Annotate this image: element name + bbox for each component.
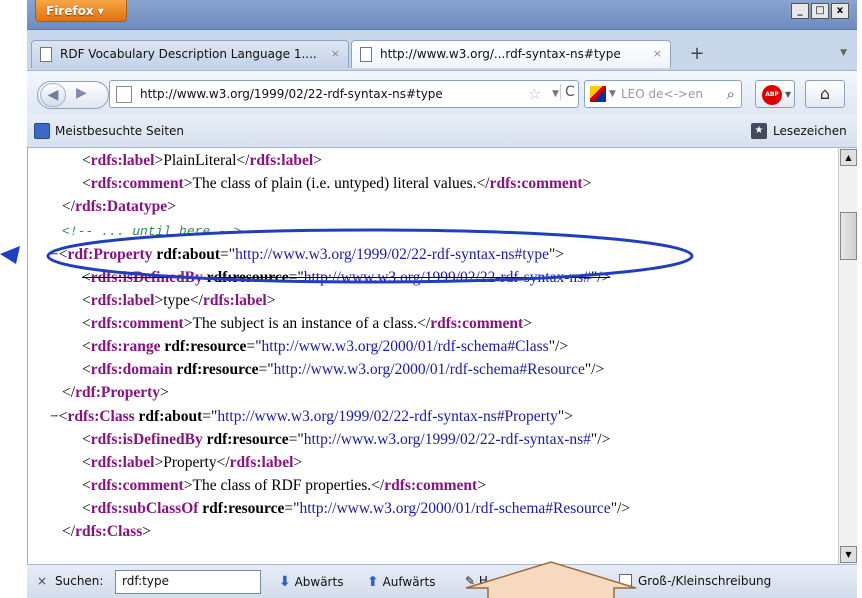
adblock-plus-button[interactable]: ABP ▼: [755, 80, 795, 108]
minimize-button[interactable]: _: [791, 3, 809, 19]
xml-line: <rdfs:label>type</rdfs:label>: [82, 292, 276, 309]
firefox-menu-button[interactable]: Firefox ▾: [35, 0, 127, 22]
xml-comment: <!-- ... until here -->: [62, 224, 242, 239]
collapse-toggle[interactable]: −: [50, 408, 59, 425]
tab-title: RDF Vocabulary Description Language 1...…: [60, 47, 317, 61]
xml-line: <rdfs:subClassOf rdf:resource="http://ww…: [82, 500, 631, 517]
annotation-arrow-left: [0, 246, 20, 264]
find-input[interactable]: rdf:type: [115, 570, 261, 594]
new-tab-button[interactable]: +: [685, 44, 709, 66]
title-bar: Firefox ▾ _ □ x: [27, 0, 857, 30]
search-engine-dropdown-icon[interactable]: ▼: [609, 89, 616, 99]
xml-line: <rdfs:isDefinedBy rdf:resource="http://w…: [82, 269, 611, 286]
history-dropdown-icon[interactable]: ▼: [552, 89, 559, 99]
reload-icon[interactable]: C: [560, 84, 578, 100]
forward-button[interactable]: ▶: [76, 85, 87, 101]
bookmarks-menu-icon: ★: [751, 123, 767, 139]
xml-line: <rdfs:domain rdf:resource="http://www.w3…: [82, 361, 605, 378]
url-text[interactable]: http://www.w3.org/1999/02/22-rdf-syntax-…: [140, 87, 443, 101]
tab-rdf-vocabulary[interactable]: RDF Vocabulary Description Language 1...…: [31, 40, 349, 68]
xml-line: <rdfs:label>PlainLiteral</rdfs:label>: [82, 152, 322, 169]
xml-line: </rdf:Property>: [62, 384, 169, 401]
back-button[interactable]: ◀: [40, 83, 66, 107]
home-button[interactable]: ⌂: [805, 80, 845, 108]
xml-line: <rdfs:comment>The class of RDF propertie…: [82, 477, 486, 494]
navigation-bar: ◀ ▶ http://www.w3.org/1999/02/22-rdf-syn…: [27, 70, 857, 114]
xml-line: <rdfs:label>Property</rdfs:label>: [82, 454, 303, 471]
url-bar[interactable]: http://www.w3.org/1999/02/22-rdf-syntax-…: [109, 80, 579, 108]
match-case-label[interactable]: Groß-/Kleinschreibung: [638, 574, 771, 588]
xml-line: </rdfs:Class>: [62, 523, 151, 540]
page-icon: [40, 47, 52, 62]
xml-line: <rdfs:isDefinedBy rdf:resource="http://w…: [82, 431, 611, 448]
xml-line: <rdfs:comment>The subject is an instance…: [82, 315, 532, 332]
bookmarks-toolbar: Meistbesuchte Seiten ★ Lesezeichen: [27, 114, 857, 148]
tab-title: http://www.w3.org/...rdf-syntax-ns#type: [380, 47, 621, 61]
tab-strip: RDF Vocabulary Description Language 1...…: [27, 30, 857, 70]
find-label: Suchen:: [55, 574, 104, 588]
tab-list-chevron-down-icon[interactable]: ▼: [840, 48, 847, 58]
site-identity-icon[interactable]: [116, 86, 132, 103]
scroll-up-button[interactable]: ▲: [840, 149, 857, 166]
highlighter-icon: ✎: [465, 574, 476, 588]
find-previous-button[interactable]: ⬆ Aufwärts: [367, 574, 435, 590]
xml-document-view[interactable]: <rdfs:label>PlainLiteral</rdfs:label> <r…: [27, 148, 857, 564]
bookmark-star-icon[interactable]: ☆: [528, 85, 541, 103]
search-bar[interactable]: ▼ LEO de<->en ⌕: [584, 80, 742, 108]
search-icon[interactable]: ⌕: [727, 85, 735, 103]
adblock-icon: ABP: [762, 85, 782, 105]
highlight-all-button[interactable]: ✎ H: [465, 574, 488, 588]
scroll-down-button[interactable]: ▼: [840, 546, 857, 563]
most-visited-icon: [34, 123, 50, 139]
bookmarks-menu-button[interactable]: Lesezeichen: [773, 124, 847, 138]
match-case-checkbox[interactable]: [619, 574, 632, 587]
find-next-button[interactable]: ⬇ Abwärts: [279, 574, 343, 590]
bookmark-most-visited[interactable]: Meistbesuchte Seiten: [55, 124, 184, 138]
maximize-button[interactable]: □: [811, 3, 829, 19]
tab-close-icon[interactable]: ×: [331, 47, 340, 60]
tab-close-icon[interactable]: ×: [653, 47, 662, 60]
scroll-thumb[interactable]: [840, 212, 857, 260]
close-button[interactable]: x: [831, 3, 849, 19]
xml-line: </rdfs:Datatype>: [62, 198, 176, 215]
collapse-toggle[interactable]: −: [50, 246, 59, 263]
page-icon: [360, 47, 372, 62]
arrow-down-icon: ⬇: [279, 574, 291, 590]
browser-window: Firefox ▾ _ □ x RDF Vocabulary Descripti…: [27, 0, 857, 598]
xml-line: <rdfs:comment>The class of plain (i.e. u…: [82, 175, 592, 192]
vertical-scrollbar[interactable]: ▲ ▼: [838, 148, 857, 564]
xml-line: <rdfs:range rdf:resource="http://www.w3.…: [82, 338, 569, 355]
search-input[interactable]: LEO de<->en: [621, 87, 703, 101]
find-bar: × Suchen: rdf:type ⬇ Abwärts ⬆ Aufwärts …: [27, 564, 857, 598]
arrow-up-icon: ⬆: [367, 574, 379, 590]
search-engine-icon[interactable]: [590, 86, 606, 102]
find-close-icon[interactable]: ×: [37, 574, 47, 588]
window-controls: _ □ x: [791, 3, 849, 19]
tab-rdf-syntax-type[interactable]: http://www.w3.org/...rdf-syntax-ns#type …: [351, 40, 671, 68]
chevron-down-icon: ▼: [785, 90, 792, 99]
back-forward-group: ◀ ▶: [37, 81, 109, 109]
xml-line-rdf-property-type: −<rdf:Property rdf:about="http://www.w3.…: [50, 246, 565, 263]
xml-line: −<rdfs:Class rdf:about="http://www.w3.or…: [50, 408, 573, 425]
